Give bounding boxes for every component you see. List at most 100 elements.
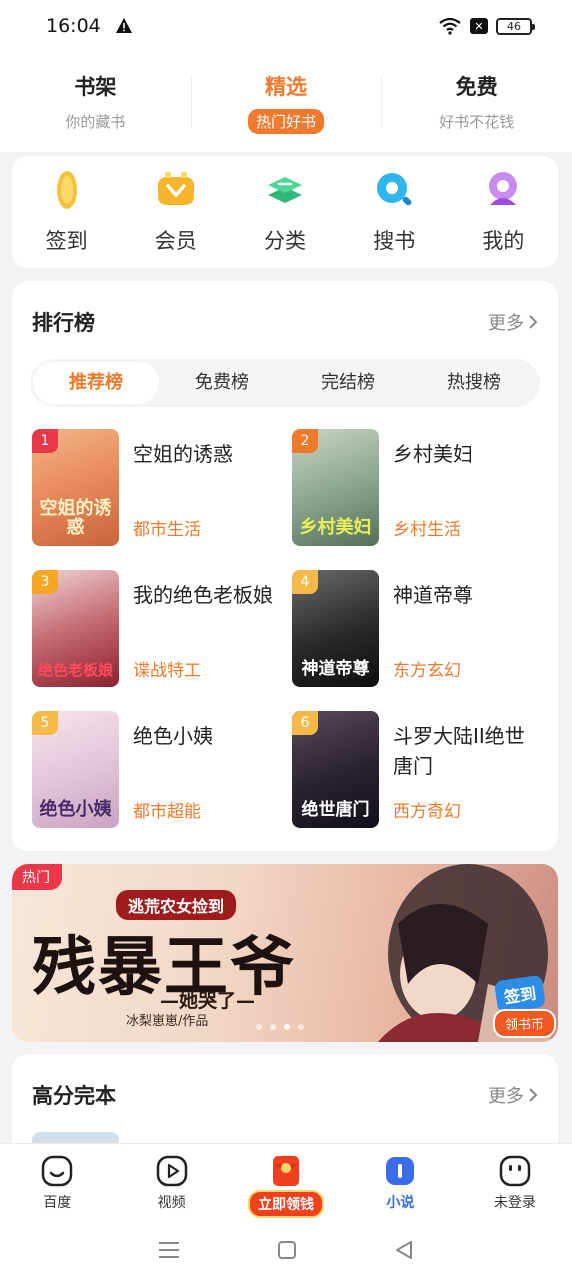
book-title: 神道帝尊 <box>393 583 473 607</box>
quick-nav-checkin[interactable]: 签到 <box>12 169 121 255</box>
tab-free-rank[interactable]: 免费榜 <box>159 362 285 404</box>
tab-title: 精选 <box>265 74 307 99</box>
book-info: 神道帝尊 东方玄幻 <box>393 570 543 687</box>
book-cover: 6 绝世唐门 <box>292 711 379 828</box>
ranking-title: 排行榜 <box>32 311 95 335</box>
book-title: 斗罗大陆II绝世唐门 <box>393 724 525 778</box>
get-coins-label: 领书币 <box>492 1009 556 1038</box>
tab-bookshelf[interactable]: 书架 你的藏书 <box>0 52 191 152</box>
high-score-header: 高分完本 更多 <box>12 1054 558 1110</box>
tab-hot-search[interactable]: 热搜榜 <box>411 362 537 404</box>
book-cover: 1 空姐的诱惑 <box>32 429 119 546</box>
red-envelope-icon <box>273 1156 300 1186</box>
nav-baidu[interactable]: 百度 <box>0 1144 114 1219</box>
signin-reward-button[interactable]: 签到 领书币 <box>480 974 556 1038</box>
tab-subtitle: 好书不花钱 <box>439 112 515 131</box>
book-item[interactable]: 2 乡村美妇 乡村美妇 乡村生活 <box>292 429 552 546</box>
book-genre: 谍战特工 <box>133 661 201 681</box>
nav-novel[interactable]: 小说 <box>343 1144 457 1219</box>
more-label: 更多 <box>488 313 524 334</box>
promo-banner[interactable]: 热门 逃荒农女捡到 残暴王爷 —她哭了— 冰梨崽崽/作品 签到 领书币 <box>12 864 558 1042</box>
rank-badge: 6 <box>292 711 318 735</box>
ranking-more-link[interactable]: 更多 <box>488 309 538 335</box>
novel-icon <box>386 1157 415 1185</box>
tab-subtitle: 你的藏书 <box>65 112 126 131</box>
status-bar: 16:04 ✕ 46 <box>0 0 572 52</box>
video-icon <box>156 1155 187 1187</box>
tab-featured[interactable]: 精选 热门好书 <box>190 52 382 152</box>
tab-subtitle: 热门好书 <box>248 108 325 134</box>
tab-recommended[interactable]: 推荐榜 <box>33 362 159 404</box>
close-box-icon: ✕ <box>470 18 488 34</box>
book-title: 绝色小姨 <box>133 724 213 748</box>
system-nav-bar <box>0 1219 572 1280</box>
book-genre: 东方玄幻 <box>393 661 461 681</box>
quick-nav-label: 我的 <box>482 229 525 253</box>
book-item[interactable]: 3 绝色老板娘 我的绝色老板娘 谍战特工 <box>32 570 292 687</box>
ranking-tabs: 推荐榜 免费榜 完结榜 热搜榜 <box>30 359 540 407</box>
cover-title: 绝世唐门 <box>301 800 370 821</box>
rank-badge: 4 <box>292 570 318 594</box>
carousel-dot-active <box>284 1024 290 1030</box>
battery-level: 46 <box>507 19 521 33</box>
back-icon[interactable] <box>394 1240 414 1260</box>
tab-free[interactable]: 免费 好书不花钱 <box>381 52 572 152</box>
book-info: 乡村美妇 乡村生活 <box>393 429 543 546</box>
book-item[interactable]: 6 绝世唐门 斗罗大陆II绝世唐门 西方奇幻 <box>292 711 552 828</box>
book-genre: 都市超能 <box>133 802 201 822</box>
carousel-indicator <box>256 1024 304 1030</box>
cover-title: 绝色小姨 <box>39 799 112 821</box>
book-title: 我的绝色老板娘 <box>133 583 273 607</box>
book-info: 绝色小姨 都市超能 <box>133 711 283 828</box>
carousel-dot <box>270 1024 276 1030</box>
hot-badge: 热门 <box>12 864 62 890</box>
rank-badge: 2 <box>292 429 318 453</box>
quick-nav-vip[interactable]: 会员 <box>121 169 230 255</box>
book-genre: 西方奇幻 <box>393 802 461 822</box>
book-info: 斗罗大陆II绝世唐门 西方奇幻 <box>393 711 543 828</box>
book-cover: 4 神道帝尊 <box>292 570 379 687</box>
carousel-dot <box>298 1024 304 1030</box>
cover-title: 乡村美妇 <box>299 517 372 539</box>
nav-label: 未登录 <box>493 1195 536 1211</box>
book-title: 乡村美妇 <box>393 442 473 466</box>
bottom-nav: 百度 视频 立即领钱 小说 未登录 <box>0 1143 572 1219</box>
tab-title: 书架 <box>74 74 117 99</box>
book-title: 空姐的诱惑 <box>133 442 233 466</box>
quick-nav-profile[interactable]: 我的 <box>449 169 558 255</box>
tab-completed[interactable]: 完结榜 <box>285 362 411 404</box>
carousel-dot <box>256 1024 262 1030</box>
nav-video[interactable]: 视频 <box>114 1144 228 1219</box>
cover-title: 神道帝尊 <box>301 659 370 680</box>
chevron-right-icon <box>529 315 538 329</box>
quick-nav-label: 会员 <box>154 229 197 253</box>
quick-nav-label: 分类 <box>264 229 306 253</box>
high-score-card: 高分完本 更多 <box>12 1054 558 1154</box>
high-score-more-link[interactable]: 更多 <box>488 1082 538 1108</box>
nav-label: 视频 <box>157 1195 186 1211</box>
nav-account[interactable]: 未登录 <box>458 1144 572 1219</box>
quick-nav-label: 搜书 <box>373 229 416 253</box>
rank-badge: 5 <box>32 711 58 735</box>
home-icon[interactable] <box>277 1240 297 1260</box>
quick-nav-category[interactable]: 分类 <box>230 169 339 255</box>
chevron-right-icon <box>529 1088 538 1102</box>
menu-icon[interactable] <box>158 1240 180 1260</box>
battery-icon: 46 <box>496 17 535 35</box>
cover-title: 绝色老板娘 <box>37 661 113 680</box>
nav-get-money[interactable]: 立即领钱 <box>229 1144 343 1219</box>
quick-nav-search[interactable]: 搜书 <box>340 169 449 255</box>
high-score-title: 高分完本 <box>32 1084 116 1108</box>
ranking-book-grid: 1 空姐的诱惑 空姐的诱惑 都市生活 2 乡村美妇 乡村美妇 乡村生活 3 绝色… <box>32 429 552 828</box>
book-item[interactable]: 1 空姐的诱惑 空姐的诱惑 都市生活 <box>32 429 292 546</box>
book-info: 我的绝色老板娘 谍战特工 <box>133 570 283 687</box>
book-info: 空姐的诱惑 都市生活 <box>133 429 283 546</box>
book-item[interactable]: 5 绝色小姨 绝色小姨 都市超能 <box>32 711 292 828</box>
warning-icon <box>115 18 132 33</box>
rank-badge: 1 <box>32 429 58 453</box>
status-time: 16:04 <box>46 15 101 37</box>
coin-icon <box>56 171 77 209</box>
book-item[interactable]: 4 神道帝尊 神道帝尊 东方玄幻 <box>292 570 552 687</box>
banner-author: 冰梨崽崽/作品 <box>126 1014 209 1029</box>
search-icon <box>377 173 412 206</box>
